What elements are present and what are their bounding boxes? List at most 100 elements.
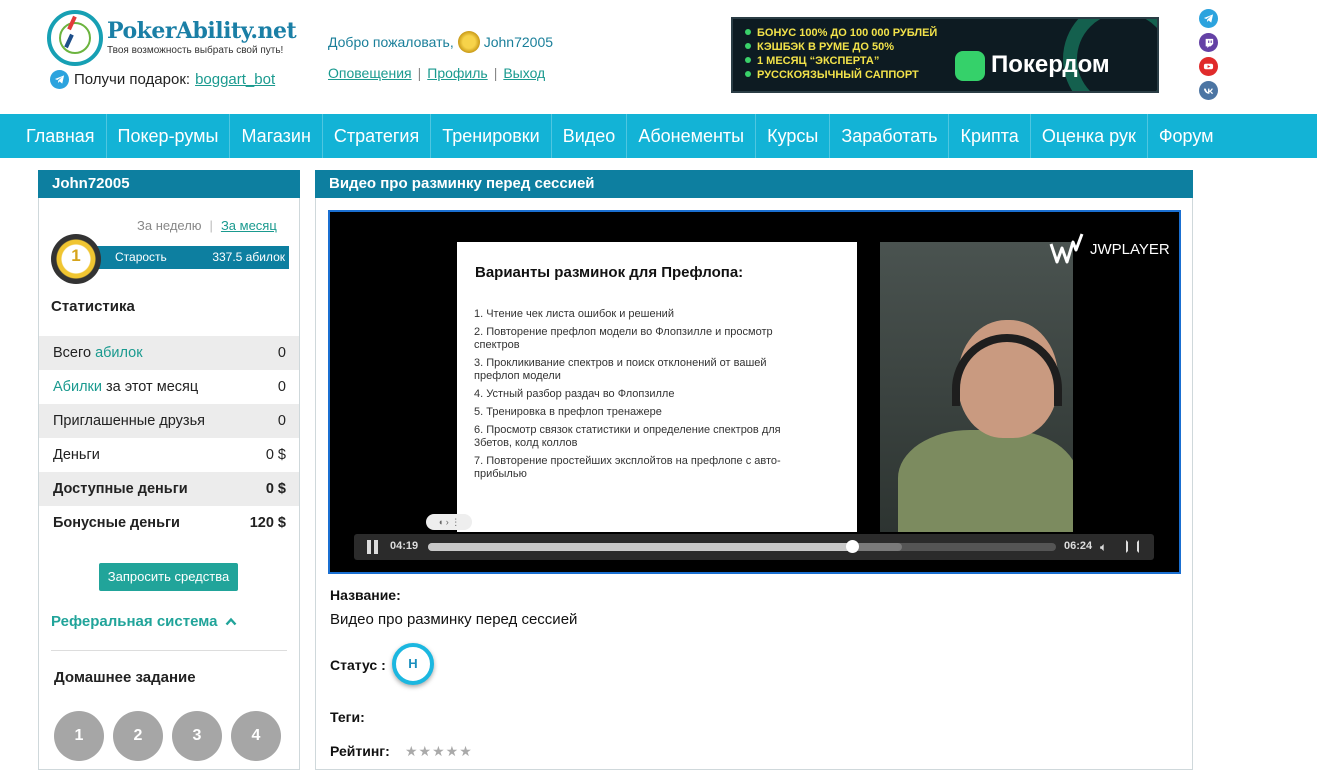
name-value: Видео про разминку перед сессией (330, 611, 578, 628)
stat-value: 0 $ (265, 447, 286, 463)
nav-video[interactable]: Видео (552, 114, 628, 158)
stat-row: Бонусные деньги 120 $ (39, 506, 299, 540)
chevron-up-icon (225, 617, 237, 626)
nav-hand-review[interactable]: Оценка рук (1031, 114, 1148, 158)
profile-link[interactable]: Профиль (427, 65, 487, 81)
fullscreen-icon[interactable] (1126, 540, 1139, 553)
user-sidebar: John72005 За неделю | За месяц Старость 33… (38, 170, 300, 770)
site-logo[interactable]: PokerAbility.net Твоя возможность выбрат… (47, 10, 297, 68)
banner-line: КЭШБЭК В РУМЕ ДО 50% (745, 40, 937, 54)
stat-label: Приглашенные друзья (53, 413, 205, 429)
stat-label: Доступные деньги (53, 481, 188, 497)
nav-courses[interactable]: Курсы (756, 114, 831, 158)
jwplayer-logo: JWPLAYER (1048, 230, 1170, 268)
status-label: Статус : (330, 657, 386, 673)
rating-stars[interactable]: ★★★★★ (405, 743, 473, 760)
jwplayer-logo-icon (1049, 233, 1084, 264)
name-label: Название: (330, 587, 401, 603)
notifications-link[interactable]: Оповещения (328, 65, 412, 81)
slide-item: 7. Повторение простейших эксплойтов на п… (474, 455, 781, 480)
nav-crypto[interactable]: Крипта (949, 114, 1031, 158)
welcome: Добро пожаловать, John72005 (328, 31, 553, 53)
homework-button-1[interactable]: 1 (54, 711, 104, 761)
slide-item: 1. Чтение чек листа ошибок и решений (474, 308, 674, 320)
telegram-icon (50, 70, 69, 89)
referral-toggle[interactable]: Реферальная система (51, 613, 237, 630)
pokerdom-logo-icon (955, 51, 985, 81)
nav-home[interactable]: Главная (0, 114, 107, 158)
stats-table: Всего абилок 0 Абилки за этот месяц 0 Пр… (39, 336, 299, 540)
logout-link[interactable]: Выход (503, 65, 545, 81)
stats-title: Статистика (51, 298, 135, 315)
vk-icon[interactable] (1199, 81, 1218, 100)
seek-bar[interactable] (428, 540, 1056, 553)
referral-label: Реферальная система (51, 613, 218, 630)
video-player[interactable]: Варианты разминок для Префлопа: 1. Чтени… (328, 210, 1181, 574)
period-switch: За неделю | За месяц (137, 218, 277, 233)
stat-row: Приглашенные друзья 0 (39, 404, 299, 438)
stat-label-text: за этот месяц (101, 379, 199, 395)
gift-bot-link[interactable]: boggart_bot (195, 71, 275, 88)
period-week[interactable]: За неделю (137, 218, 202, 233)
nav-trainings[interactable]: Тренировки (431, 114, 552, 158)
nav-shop[interactable]: Магазин (230, 114, 323, 158)
slide-title: Варианты разминок для Префлопа: (475, 264, 744, 281)
user-rank-coin-icon (457, 31, 480, 53)
pokerdom-banner[interactable]: БОНУС 100% ДО 100 000 РУБЛЕЙ КЭШБЭК В РУ… (731, 17, 1159, 93)
slide-item: 2. Повторение префлоп модели во Флопзилл… (474, 326, 773, 351)
user-links: Оповещения | Профиль | Выход (328, 65, 546, 81)
abilki-month-link[interactable]: Абилки (53, 379, 102, 395)
status-badge[interactable]: Н (392, 643, 434, 685)
rank-number: 1 (71, 246, 81, 265)
slide-item: 5. Тренировка в префлоп тренажере (474, 406, 662, 418)
slide-item: 6. Просмотр связок статистики и определе… (474, 424, 781, 449)
nav-earn[interactable]: Заработать (830, 114, 950, 158)
jwplayer-brand: JWPLAYER (1090, 240, 1170, 258)
slide-item: 4. Устный разбор раздач во Флопзилле (474, 388, 675, 400)
request-funds-button[interactable]: Запросить средства (99, 563, 238, 591)
nav-forum[interactable]: Форум (1148, 114, 1225, 158)
stat-row: Доступные деньги 0 $ (39, 472, 299, 506)
stat-label-text: Всего (53, 345, 96, 361)
stat-row: Деньги 0 $ (39, 438, 299, 472)
stat-label: Бонусные деньги (53, 515, 180, 531)
stat-value: 0 $ (265, 481, 286, 497)
tags-label: Теги: (330, 709, 365, 725)
header-username: John72005 (483, 34, 554, 50)
telegram-icon[interactable] (1199, 9, 1218, 28)
stat-label: Абилки за этот месяц (53, 379, 198, 395)
rank-bar: Старость 337.5 абилок (97, 246, 289, 269)
period-month[interactable]: За месяц (221, 218, 277, 233)
seek-knob[interactable] (845, 540, 859, 553)
homework-button-4[interactable]: 4 (231, 711, 281, 761)
twitch-icon[interactable] (1199, 33, 1218, 52)
banner-line: БОНУС 100% ДО 100 000 РУБЛЕЙ (745, 26, 937, 40)
volume-icon[interactable]: 🔈︎ (1100, 540, 1107, 555)
welcome-text: Добро пожаловать, (328, 34, 454, 50)
rank-label: Старость (115, 250, 167, 264)
player-controls: 04:19 06:24 🔈︎ (354, 534, 1154, 560)
stat-row: Абилки за этот месяц 0 (39, 370, 299, 404)
stat-value: 0 (277, 345, 286, 361)
banner-list: БОНУС 100% ДО 100 000 РУБЛЕЙ КЭШБЭК В РУ… (745, 26, 937, 82)
homework-button-3[interactable]: 3 (172, 711, 222, 761)
nav-strategy[interactable]: Стратегия (323, 114, 432, 158)
video-slide: Варианты разминок для Префлопа: 1. Чтени… (457, 242, 857, 532)
stat-row: Всего абилок 0 (39, 336, 299, 370)
banner-line: РУССКОЯЗЫЧНЫЙ САППОРТ (745, 68, 937, 82)
nav-poker-rooms[interactable]: Покер-румы (107, 114, 231, 158)
rank-value: 337.5 абилок (212, 250, 285, 264)
pause-icon[interactable] (366, 540, 380, 554)
stat-label: Деньги (53, 447, 100, 463)
video-panel: Видео про разминку перед сессией Вариант… (315, 170, 1193, 770)
time-current: 04:19 (390, 540, 419, 552)
homework-button-2[interactable]: 2 (113, 711, 163, 761)
logo-title: PokerAbility.net (107, 18, 297, 44)
gift-text: Получи подарок: (74, 71, 191, 88)
stat-value: 0 (277, 379, 286, 395)
abilki-link[interactable]: абилок (95, 345, 143, 361)
youtube-icon[interactable] (1199, 57, 1218, 76)
gift-promo: Получи подарок: boggart_bot (50, 70, 275, 89)
nav-subscriptions[interactable]: Абонементы (627, 114, 757, 158)
rating-label: Рейтинг: (330, 743, 390, 759)
